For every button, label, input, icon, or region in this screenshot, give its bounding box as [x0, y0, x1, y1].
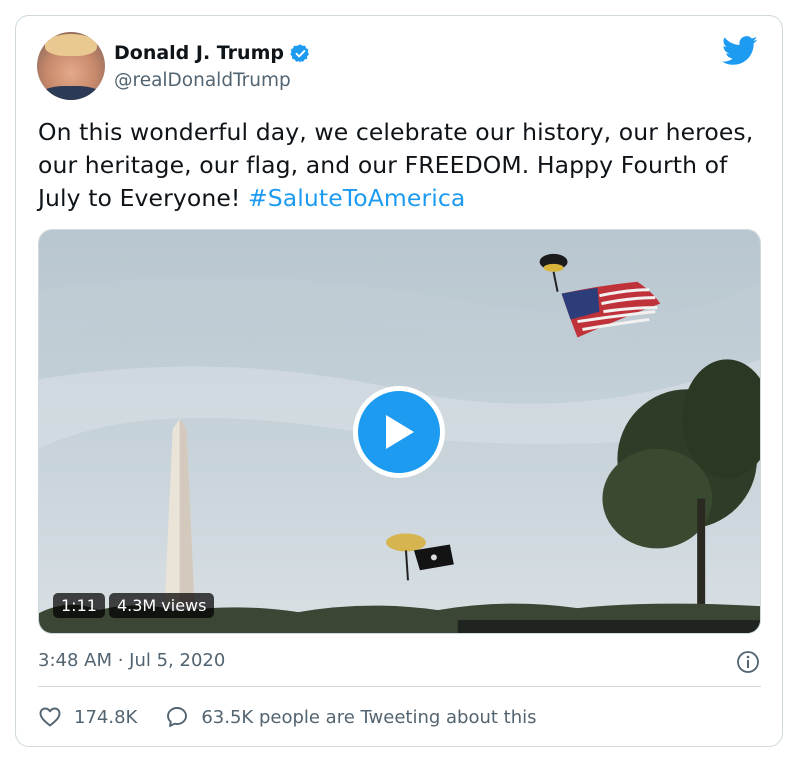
author-name-row[interactable]: Donald J. Trump — [114, 42, 311, 64]
conversation-text: 63.5K people are Tweeting about this — [201, 706, 537, 728]
play-button[interactable] — [353, 386, 445, 478]
twitter-bird-icon[interactable] — [722, 36, 758, 66]
divider — [38, 686, 761, 687]
avatar-shirt — [41, 86, 101, 100]
author-handle[interactable]: @realDonaldTrump — [114, 70, 291, 91]
like-button[interactable]: 174.8K — [38, 705, 137, 729]
like-count: 174.8K — [74, 706, 138, 728]
heart-icon — [39, 707, 61, 727]
avatar-hair — [45, 34, 97, 56]
tweet-actions: 174.8K 63.5K people are Tweeting about t… — [38, 705, 537, 729]
info-icon[interactable] — [736, 650, 760, 674]
conversation-link[interactable]: 63.5K people are Tweeting about this — [165, 705, 537, 729]
verified-badge-icon — [290, 43, 309, 63]
hashtag-link[interactable]: #SaluteToAmerica — [248, 184, 465, 212]
tweet-text: On this wonderful day, we celebrate our … — [38, 116, 766, 215]
reply-bubble-icon — [167, 707, 188, 727]
video-duration: 1:11 — [53, 593, 105, 618]
video-meta: 1:11 4.3M views — [53, 593, 215, 618]
video-player[interactable]: 1:11 4.3M views — [38, 229, 761, 634]
video-views: 4.3M views — [108, 593, 215, 618]
tweet-timestamp[interactable]: 3:48 AM · Jul 5, 2020 — [38, 650, 225, 671]
play-icon — [386, 415, 414, 449]
avatar[interactable] — [37, 32, 105, 100]
author-name[interactable]: Donald J. Trump — [114, 42, 284, 64]
tweet-card[interactable]: Donald J. Trump @realDonaldTrump On this… — [15, 15, 783, 747]
